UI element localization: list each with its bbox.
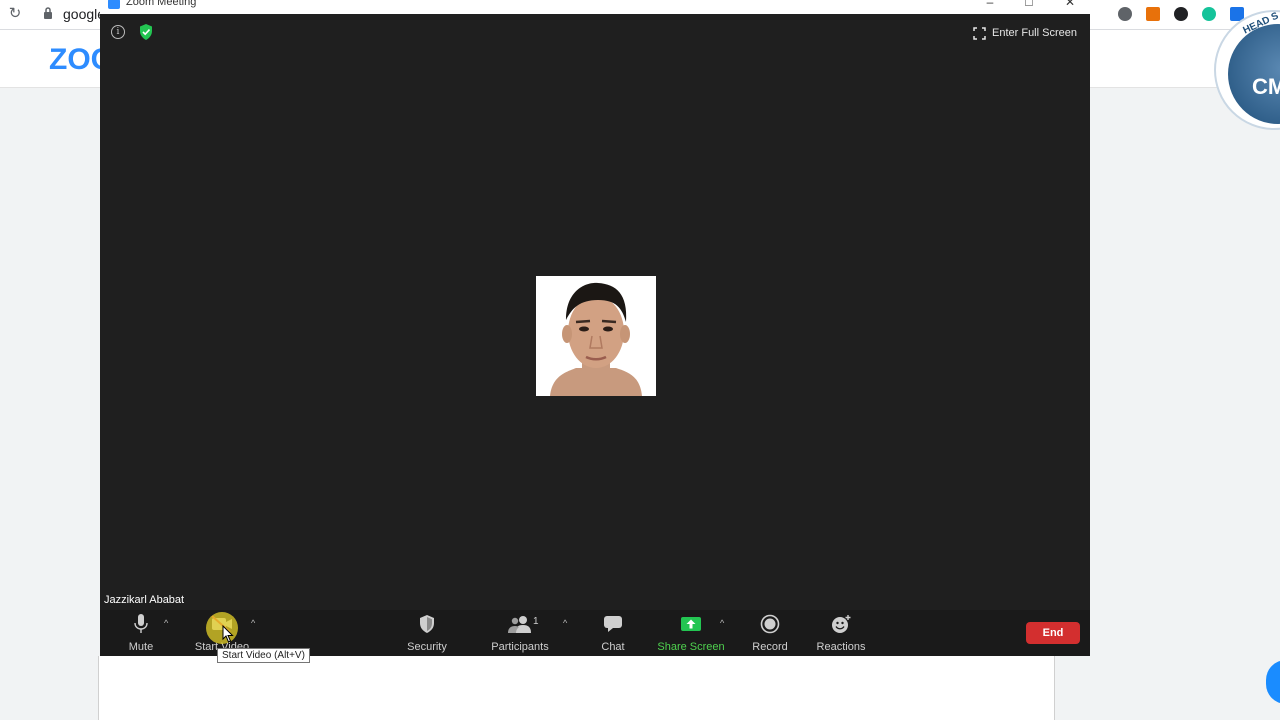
record-label: Record (752, 641, 788, 653)
extension-icon[interactable] (1146, 7, 1160, 21)
chat-label: Chat (601, 641, 625, 653)
share-screen-label: Share Screen (657, 641, 725, 653)
page-content-area (98, 656, 1055, 720)
video-options-chevron-icon[interactable]: ^ (251, 618, 255, 628)
close-icon[interactable]: ✕ (1063, 0, 1077, 10)
mute-button[interactable]: Mute (124, 610, 158, 656)
participants-options-chevron-icon[interactable]: ^ (563, 618, 567, 628)
participants-count: 1 (533, 616, 539, 627)
shield-icon (415, 612, 439, 636)
audio-options-chevron-icon[interactable]: ^ (164, 618, 168, 628)
zoom-app-icon (108, 0, 120, 9)
participants-button[interactable]: 1 Participants (490, 610, 550, 656)
start-video-tooltip: Start Video (Alt+V) (217, 648, 310, 663)
maximize-icon[interactable]: □ (1022, 0, 1036, 10)
record-button[interactable]: Record (750, 610, 790, 656)
mouse-cursor-icon (222, 625, 234, 643)
participants-label: Participants (491, 641, 549, 653)
smiley-icon (829, 612, 853, 636)
grammarly-icon[interactable] (1202, 7, 1216, 21)
microphone-icon (129, 612, 153, 636)
fullscreen-icon (973, 26, 986, 40)
security-button[interactable]: Security (402, 610, 452, 656)
mute-label: Mute (128, 641, 154, 653)
record-icon (758, 612, 782, 636)
meeting-info-icon[interactable]: i (111, 25, 125, 39)
reload-icon[interactable]: ↻ (6, 5, 24, 23)
participant-name-tag: Jazzikarl Ababat (104, 594, 185, 606)
participants-icon (508, 612, 532, 636)
chat-button[interactable]: Chat (598, 610, 628, 656)
lock-icon (44, 7, 52, 19)
enter-full-screen-label: Enter Full Screen (992, 27, 1077, 39)
security-label: Security (407, 641, 447, 653)
end-meeting-button[interactable]: End (1026, 622, 1080, 644)
minimize-icon[interactable]: – (983, 0, 997, 10)
share-options-chevron-icon[interactable]: ^ (720, 618, 724, 628)
meeting-stage: i Enter Full Screen Jazzikarl Ababat (100, 14, 1090, 610)
enter-full-screen-button[interactable]: Enter Full Screen (973, 23, 1077, 43)
encryption-shield-icon[interactable] (139, 24, 153, 40)
badge-main-text: CM (1252, 74, 1280, 99)
share-screen-button[interactable]: Share Screen (657, 610, 725, 656)
address-bar-text[interactable]: google (63, 6, 105, 22)
participant-avatar (536, 276, 656, 396)
zoom-titlebar: Zoom Meeting – □ ✕ (100, 0, 1090, 14)
chat-icon (601, 612, 625, 636)
chat-bubble-icon[interactable] (1266, 660, 1280, 704)
reactions-button[interactable]: Reactions (816, 610, 866, 656)
participant-photo (536, 276, 656, 396)
reactions-label: Reactions (816, 641, 866, 653)
extension-icon[interactable] (1118, 7, 1132, 21)
share-screen-icon (679, 612, 703, 636)
window-title: Zoom Meeting (126, 0, 197, 8)
extension-icon[interactable] (1174, 7, 1188, 21)
